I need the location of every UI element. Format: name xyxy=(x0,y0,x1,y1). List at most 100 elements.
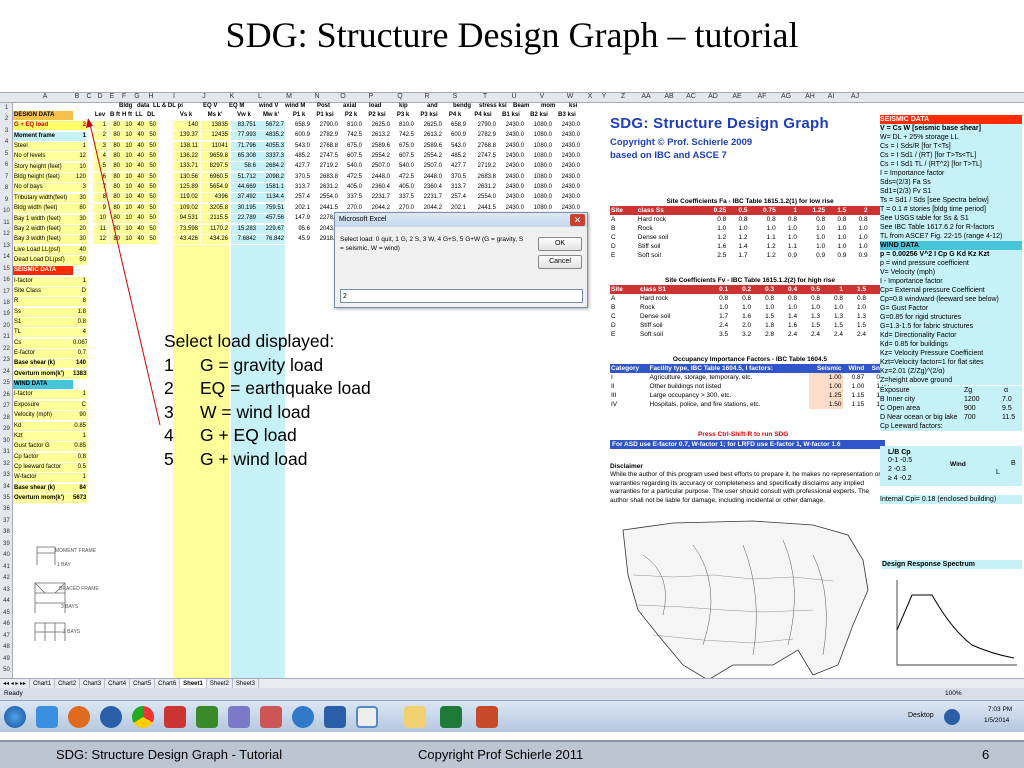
row-header[interactable]: 3 xyxy=(0,126,13,137)
package-icon[interactable] xyxy=(260,706,282,728)
level-cell[interactable]: 44.669 xyxy=(231,183,257,193)
exposure-zg[interactable]: 700 xyxy=(964,413,976,422)
level-cell[interactable]: 80 xyxy=(109,193,121,203)
level-cell[interactable]: 58.6 xyxy=(231,162,257,172)
level-cell[interactable]: 5654.9 xyxy=(201,183,229,193)
level-cell[interactable]: 2430.0 xyxy=(497,162,525,171)
row-header[interactable]: 39 xyxy=(0,539,13,550)
level-cell[interactable]: 600.9 xyxy=(443,131,467,140)
level-cell[interactable]: 10 xyxy=(121,141,133,151)
table-cell[interactable]: 1.6 xyxy=(729,312,752,321)
table-cell[interactable]: 2.4 xyxy=(821,330,844,339)
level-cell[interactable]: 2507.0 xyxy=(363,162,391,171)
column-header[interactable]: X xyxy=(584,93,596,100)
level-cell[interactable]: 2782.9 xyxy=(469,131,497,140)
excel-icon[interactable] xyxy=(440,706,462,728)
level-cell[interactable]: 50 xyxy=(145,224,157,234)
column-header[interactable]: AJ xyxy=(840,93,870,100)
table-cell[interactable]: 1.4 xyxy=(775,312,798,321)
level-cell[interactable]: 2554.0 xyxy=(311,193,339,202)
row-header[interactable]: 29 xyxy=(0,424,13,435)
level-cell[interactable]: 2430.0 xyxy=(497,121,525,130)
row-header[interactable]: 35 xyxy=(0,493,13,504)
table-cell[interactable]: 0.8 xyxy=(706,294,729,303)
level-cell[interactable]: 6 xyxy=(93,172,107,182)
level-cell[interactable]: 675.0 xyxy=(391,142,415,151)
row-header[interactable]: 19 xyxy=(0,309,13,320)
table-cell[interactable]: 3.2 xyxy=(729,330,752,339)
level-cell[interactable]: 4 xyxy=(93,152,107,162)
row-header[interactable]: 23 xyxy=(0,355,13,366)
table-cell[interactable]: Hard rock xyxy=(637,215,699,224)
level-cell[interactable]: 30.195 xyxy=(231,203,257,213)
level-cell[interactable]: 658.9 xyxy=(443,121,467,130)
table-cell[interactable]: A xyxy=(610,215,637,224)
column-header[interactable]: E xyxy=(106,93,118,100)
table-cell[interactable]: 1.0 xyxy=(706,303,729,312)
level-cell[interactable]: 5 xyxy=(93,162,107,172)
level-cell[interactable]: 472.5 xyxy=(339,173,363,182)
level-cell[interactable]: 45.9 xyxy=(287,235,311,244)
level-cell[interactable]: 65.308 xyxy=(231,152,257,162)
level-cell[interactable]: 675.0 xyxy=(339,142,363,151)
level-cell[interactable]: 2631.2 xyxy=(469,183,497,192)
row-header[interactable]: 5 xyxy=(0,149,13,160)
table-cell[interactable]: 1.0 xyxy=(749,224,777,233)
row-header[interactable]: 28 xyxy=(0,413,13,424)
column-header[interactable]: AF xyxy=(750,93,774,100)
column-header[interactable]: C xyxy=(84,93,94,100)
row-header[interactable]: 26 xyxy=(0,390,13,401)
level-cell[interactable]: 40 xyxy=(133,121,145,130)
level-cell[interactable]: 229.67 xyxy=(257,224,285,234)
column-header[interactable]: AC xyxy=(680,93,702,100)
level-cell[interactable]: 15.283 xyxy=(231,224,257,234)
level-cell[interactable]: 40 xyxy=(133,131,145,141)
table-cell[interactable]: 1.0 xyxy=(826,224,847,233)
table-cell[interactable]: 1.0 xyxy=(798,224,826,233)
level-cell[interactable]: 11041 xyxy=(201,141,229,151)
table-cell[interactable]: 0.8 xyxy=(798,294,821,303)
folder-icon[interactable] xyxy=(404,706,426,728)
level-cell[interactable]: 337.5 xyxy=(339,193,363,202)
level-cell[interactable]: 2782.9 xyxy=(311,131,339,140)
level-cell[interactable]: 607.5 xyxy=(391,152,415,161)
table-cell[interactable]: 1.0 xyxy=(821,303,844,312)
level-cell[interactable]: 2719.2 xyxy=(311,162,339,171)
level-cell[interactable]: 742.5 xyxy=(391,131,415,140)
level-cell[interactable]: 1080.0 xyxy=(525,173,553,182)
level-cell[interactable]: 50 xyxy=(145,234,157,244)
level-cell[interactable]: 10 xyxy=(121,234,133,244)
table-cell[interactable]: 1.3 xyxy=(821,312,844,321)
level-cell[interactable]: 50 xyxy=(145,203,157,213)
level-cell[interactable]: 109.02 xyxy=(173,203,199,213)
row-header[interactable]: 11 xyxy=(0,218,13,229)
level-cell[interactable]: 2430.0 xyxy=(553,183,581,192)
design-data-value[interactable]: 1 xyxy=(73,276,87,286)
column-header[interactable]: Q xyxy=(386,93,414,100)
level-cell[interactable]: 40 xyxy=(133,162,145,172)
level-cell[interactable]: 600.9 xyxy=(287,131,311,140)
table-cell[interactable]: 1.2 xyxy=(727,233,748,242)
table-cell[interactable]: B xyxy=(610,224,637,233)
level-cell[interactable]: 658.9 xyxy=(287,121,311,130)
level-cell[interactable]: 76.842 xyxy=(257,234,285,244)
table-cell[interactable]: 1.0 xyxy=(777,233,798,242)
column-header[interactable]: AI xyxy=(822,93,840,100)
column-header[interactable]: AD xyxy=(702,93,724,100)
level-cell[interactable]: 3337.3 xyxy=(257,152,285,162)
level-cell[interactable]: 10 xyxy=(121,224,133,234)
row-header[interactable]: 41 xyxy=(0,562,13,573)
row-header[interactable]: 15 xyxy=(0,264,13,275)
row-header[interactable]: 27 xyxy=(0,401,13,412)
row-header[interactable]: 6 xyxy=(0,160,13,171)
level-cell[interactable]: 1134.4 xyxy=(257,193,285,203)
table-cell[interactable]: 1.5 xyxy=(752,312,775,321)
level-cell[interactable]: 10 xyxy=(121,131,133,141)
level-cell[interactable]: 810.0 xyxy=(391,121,415,130)
level-cell[interactable]: 80 xyxy=(109,131,121,141)
row-header[interactable]: 43 xyxy=(0,585,13,596)
level-cell[interactable]: 1080.0 xyxy=(525,152,553,161)
table-cell[interactable]: 1.00 xyxy=(808,382,843,391)
cancel-button[interactable]: Cancel xyxy=(538,255,582,269)
table-cell[interactable]: 1.7 xyxy=(727,251,748,260)
